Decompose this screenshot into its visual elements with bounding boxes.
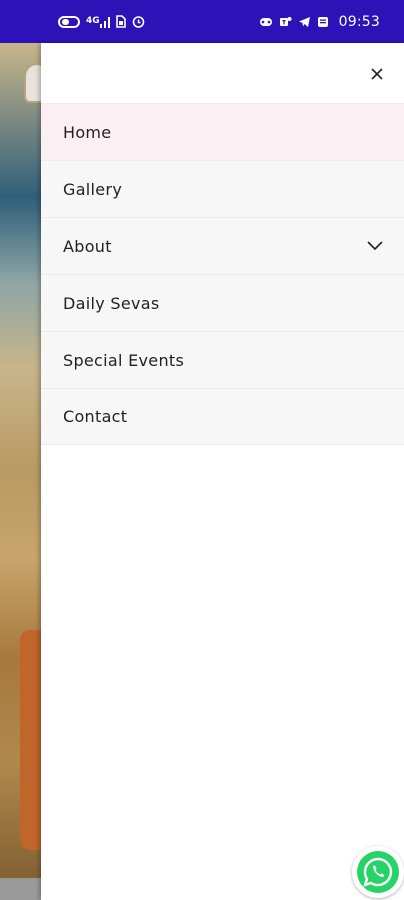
- sim-icon: [115, 15, 126, 28]
- whatsapp-button[interactable]: [352, 846, 404, 898]
- drawer-menu: Home Gallery About Daily Sevas Special E…: [41, 103, 404, 445]
- game-icon: [259, 16, 273, 28]
- menu-item-contact[interactable]: Contact: [41, 388, 404, 445]
- background-image-robe: [20, 630, 41, 850]
- status-left-icons: 4G: [58, 15, 145, 28]
- menu-item-label: Special Events: [63, 350, 185, 370]
- menu-item-special-events[interactable]: Special Events: [41, 331, 404, 388]
- status-time: 09:53: [338, 13, 380, 30]
- menu-item-about[interactable]: About: [41, 217, 404, 274]
- status-bar: 4G 09:53: [0, 0, 404, 43]
- menu-item-home[interactable]: Home: [41, 103, 404, 160]
- close-button[interactable]: [366, 63, 388, 85]
- drawer-header: [41, 43, 404, 103]
- battery-saver-icon: [58, 15, 80, 28]
- menu-item-label: Contact: [63, 407, 128, 426]
- signal-icon: 4G: [86, 16, 110, 28]
- navigation-drawer: Home Gallery About Daily Sevas Special E…: [41, 43, 404, 900]
- news-icon: [317, 16, 329, 28]
- menu-item-daily-sevas[interactable]: Daily Sevas: [41, 274, 404, 331]
- teams-icon: [279, 15, 292, 28]
- alarm-icon: [132, 15, 145, 28]
- menu-item-label: About: [63, 236, 112, 256]
- network-label: 4G: [86, 16, 100, 26]
- menu-item-label: Gallery: [63, 179, 123, 199]
- menu-item-gallery[interactable]: Gallery: [41, 160, 404, 217]
- close-icon: [371, 68, 383, 80]
- status-right-icons: 09:53: [259, 14, 380, 30]
- telegram-icon: [298, 16, 311, 28]
- whatsapp-icon: [357, 851, 399, 893]
- chevron-down-icon[interactable]: [366, 237, 384, 255]
- menu-item-label: Daily Sevas: [63, 293, 160, 313]
- menu-item-label: Home: [63, 122, 112, 142]
- background-bottom-bar: [0, 878, 41, 900]
